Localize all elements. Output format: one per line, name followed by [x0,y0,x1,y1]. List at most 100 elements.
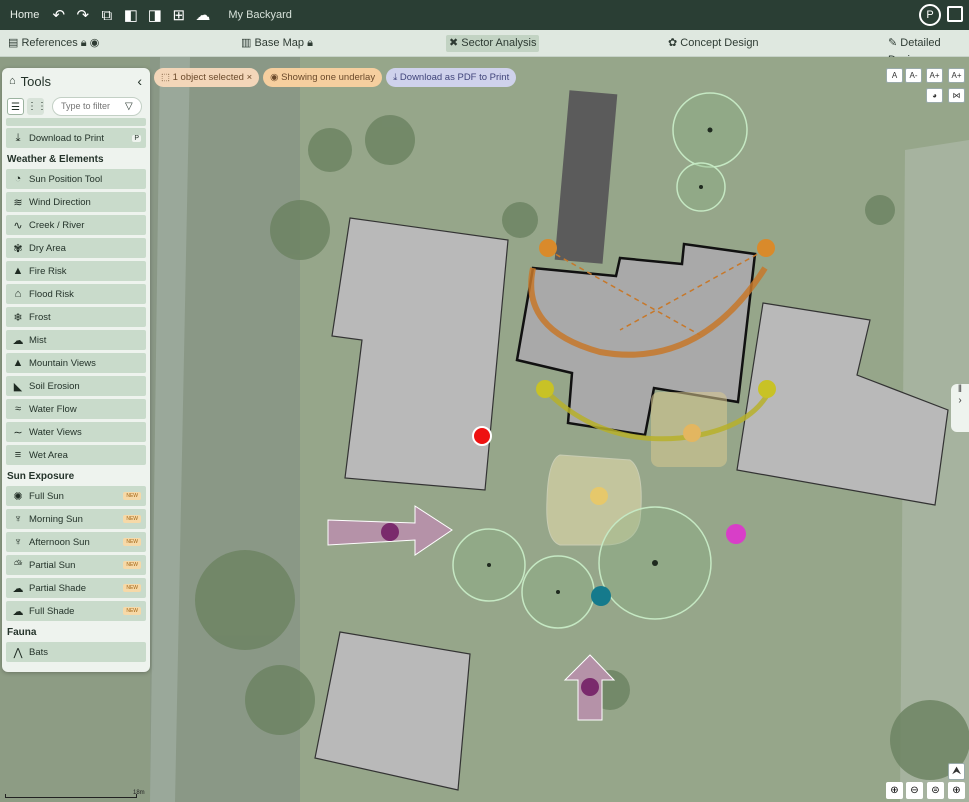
tab-sector-analysis[interactable]: ✖ Sector Analysis [446,35,540,52]
text-size-increase[interactable]: A+ [926,68,943,83]
tool-partial-sun[interactable]: ⛅︎ Partial Sun NEW [6,555,146,575]
tool-full-sun[interactable]: ✺ Full Sun NEW [6,486,146,506]
wind-icon[interactable] [381,523,399,541]
sun-position-icon[interactable] [536,380,554,398]
new-badge: NEW [123,561,141,569]
tool-water-flow[interactable]: ≈ Water Flow [6,399,146,419]
pause-icon: ‖ [957,384,963,395]
flood-icon: ⌂ [14,288,22,300]
dry-plant-icon: ✾ [13,242,23,255]
tools-panel: ⌂ Tools ‹ ☰ ⋮⋮ ▽ ⤓ Download to Print P W… [2,68,150,672]
palette-icon[interactable]: ◕ [926,88,943,103]
tool-dry-area[interactable]: ✾ Dry Area [6,238,146,258]
layer-back-icon[interactable]: ◨ [147,8,162,23]
tool-full-shade[interactable]: ☁ Full Shade NEW [6,601,146,621]
zoom-fit-icon[interactable]: ⊕ [886,782,903,799]
zoom-reset-icon[interactable]: ⊜ [927,782,944,799]
map-icon: ▥ [241,37,252,49]
cloud-icon[interactable]: ☁ [195,8,210,23]
tool-mountain-views[interactable]: ▲ Mountain Views [6,353,146,373]
full-shade-icon: ☁ [12,605,24,618]
new-badge: NEW [123,607,141,615]
section-sun-exposure: Sun Exposure [7,471,75,482]
partial-tool-item[interactable] [6,118,146,126]
mist-icon: ☁ [12,334,24,347]
sun-position-icon[interactable] [758,380,776,398]
selection-icon: ⬚ [161,72,170,83]
toolbox-icon: ⌂ [9,75,16,87]
tool-mist[interactable]: ☁ Mist [6,330,146,350]
tool-afternoon-sun[interactable]: ♆ Afternoon Sun NEW [6,532,146,552]
section-fauna: Fauna [7,627,37,638]
scale-bar [5,794,137,798]
filter-row: ☰ ⋮⋮ ▽ [2,94,150,118]
image-icon: ▤ [8,37,19,49]
mountain-icon: ▲ [12,357,24,369]
tab-detailed-design[interactable]: ✎ Detailed Design [885,35,969,66]
collapse-icon[interactable]: ‹ [137,73,142,89]
partial-shade-icon[interactable] [683,424,701,442]
right-panel-toggle[interactable]: ‖ › [951,384,969,432]
tool-fire-risk[interactable]: ▲ Fire Risk [6,261,146,281]
tab-references[interactable]: ▤ References 🔒︎ ◉ [5,35,102,52]
tool-sun-position[interactable]: ◔ Sun Position Tool [6,169,146,189]
weather-list: ◔ Sun Position Tool ≋ Wind Direction ∿ Cree… [2,169,150,465]
zoom-in-icon[interactable]: ⊕ [948,782,965,799]
status-chips: ⬚ 1 object selected × ◉ Showing one unde… [154,68,517,87]
person-icon[interactable] [726,524,746,544]
new-badge: NEW [123,538,141,546]
wet-area-icon: ≡ [14,449,22,461]
tool-flood-risk[interactable]: ⌂ Flood Risk [6,284,146,304]
grid-view-icon[interactable]: ⋮⋮ [27,97,47,115]
copy-icon[interactable]: ⧉ [99,8,114,23]
group-icon[interactable]: ⊞ [171,8,186,23]
undo-icon[interactable]: ↶ [51,8,66,23]
sun-position-icon[interactable] [539,239,557,257]
text-size-increase-more[interactable]: A+ [948,68,965,83]
snowflake-icon: ❄ [13,311,23,324]
sun-position-icon[interactable] [757,239,775,257]
close-icon[interactable]: × [247,72,253,83]
bat-icon: ⋀ [13,646,23,659]
tool-creek-river[interactable]: ∿ Creek / River [6,215,146,235]
view-marker-icon[interactable] [472,426,492,446]
tool-partial-shade[interactable]: ☁ Partial Shade NEW [6,578,146,598]
afternoon-sun-icon: ♆ [13,536,23,548]
wind-icon[interactable] [581,678,599,696]
avatar[interactable]: P [919,4,941,26]
tab-concept-design[interactable]: ✿ Concept Design [665,35,762,52]
list-view-icon[interactable]: ☰ [7,97,24,115]
bird-icon[interactable] [591,586,611,606]
tool-frost[interactable]: ❄ Frost [6,307,146,327]
selection-chip[interactable]: ⬚ 1 object selected × [154,68,260,87]
pencil-icon: ✎ [888,37,898,49]
underlay-chip[interactable]: ◉ Showing one underlay [263,68,383,87]
erosion-icon: ◣ [13,380,23,393]
hide-annotations-icon[interactable]: ⋈ [948,88,965,103]
north-arrow-icon[interactable]: ⮝ [948,763,965,780]
tool-bats[interactable]: ⋀ Bats [6,642,146,662]
text-size-reset[interactable]: A [886,68,903,83]
partial-sun-icon: ⛅︎ [13,558,23,571]
tool-wind-direction[interactable]: ≋ Wind Direction [6,192,146,212]
chat-icon[interactable] [947,6,963,22]
text-size-decrease[interactable]: A- [905,68,922,83]
tool-soil-erosion[interactable]: ◣ Soil Erosion [6,376,146,396]
tool-morning-sun[interactable]: ♆ Morning Sun NEW [6,509,146,529]
tool-wet-area[interactable]: ≡ Wet Area [6,445,146,465]
layer-front-icon[interactable]: ◧ [123,8,138,23]
zoom-out-icon[interactable]: ⊖ [906,782,923,799]
home-link[interactable]: Home [10,9,39,21]
filter-icon[interactable]: ▽ [125,101,133,112]
pdf-chip[interactable]: ⤓ Download as PDF to Print [386,68,517,87]
tab-base-map[interactable]: ▥ Base Map 🔒︎ [238,35,316,52]
scale-label: 18m [133,790,145,796]
download-to-print-button[interactable]: ⤓ Download to Print P [6,128,146,148]
tools-header: ⌂ Tools ‹ [2,68,150,94]
tool-water-views[interactable]: ∼ Water Views [6,422,146,442]
sector-icon: ✖ [449,37,459,49]
redo-icon[interactable]: ↷ [75,8,90,23]
full-sun-icon[interactable] [590,487,608,505]
eye-icon[interactable]: ◉ [90,37,100,49]
print-badge: P [132,134,141,142]
